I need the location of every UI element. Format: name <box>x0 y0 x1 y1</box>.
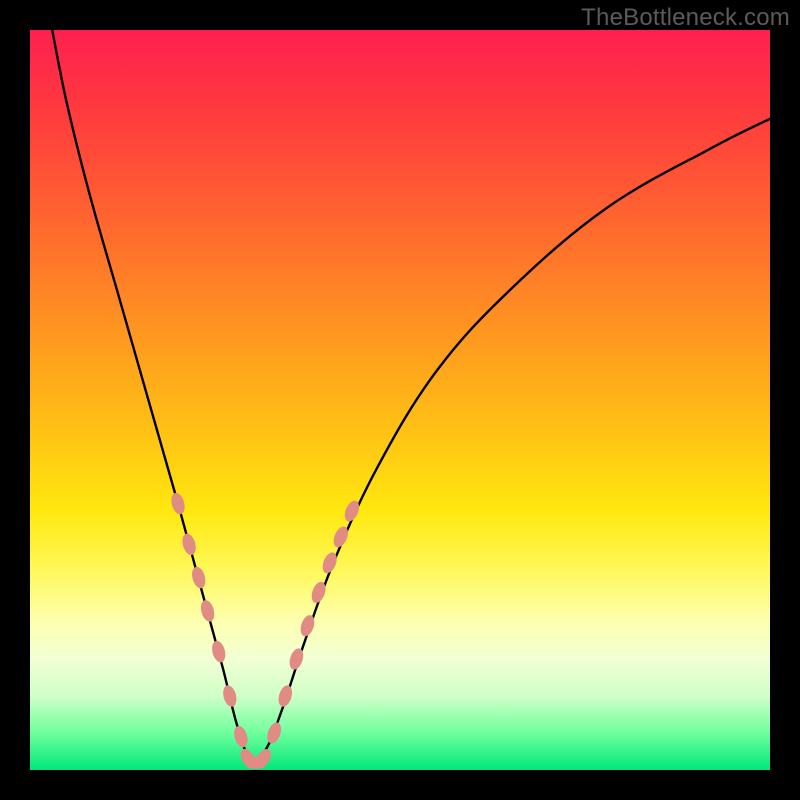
curve-marker <box>265 721 284 746</box>
watermark-text: TheBottleneck.com <box>581 4 790 32</box>
curve-marker <box>221 684 239 708</box>
curve-markers <box>169 491 362 770</box>
bottleneck-curve <box>52 30 770 764</box>
plot-area <box>30 30 770 770</box>
curve-marker <box>169 491 187 515</box>
curve-marker <box>180 532 198 557</box>
curve-marker <box>210 639 228 663</box>
curve-marker <box>199 599 217 623</box>
curve-marker <box>190 565 208 590</box>
curve-marker <box>276 684 294 709</box>
curve-layer <box>30 30 770 770</box>
curve-marker <box>232 724 250 749</box>
chart-frame: TheBottleneck.com <box>0 0 800 800</box>
